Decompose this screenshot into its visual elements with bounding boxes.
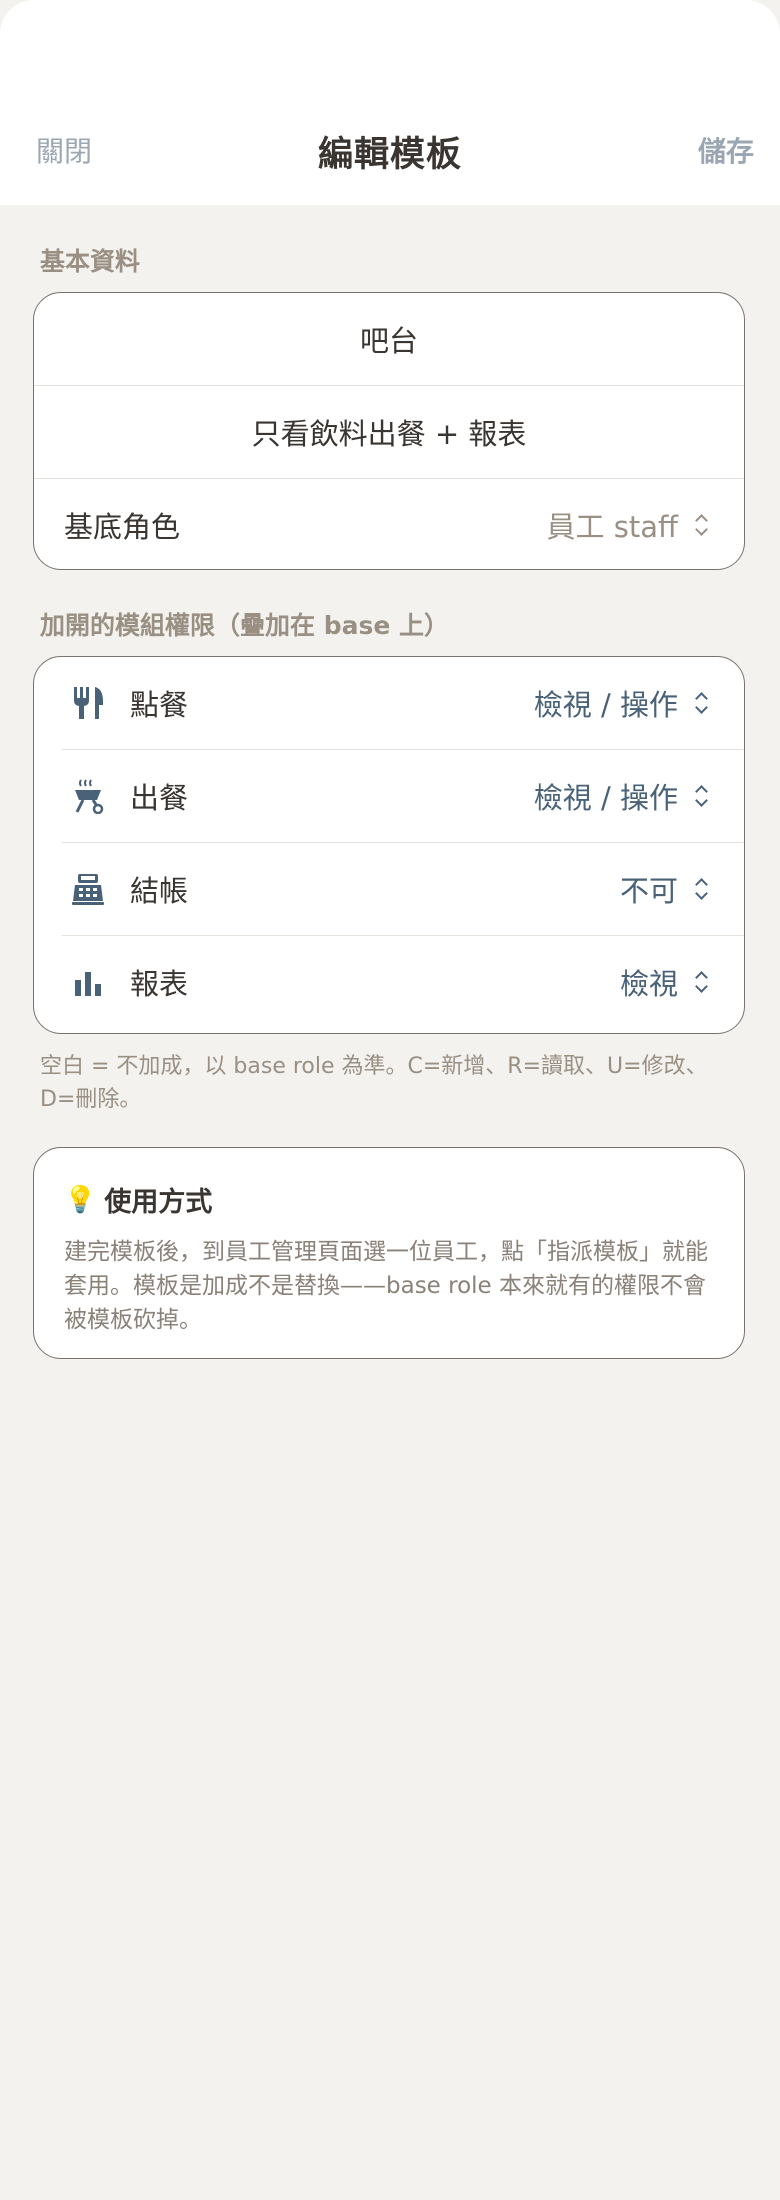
permission-level-select[interactable]: 檢視 / 操作 bbox=[534, 682, 708, 724]
permission-note: 空白 = 不加成，以 base role 為準。C=新增、R=讀取、U=修改、D… bbox=[40, 1054, 708, 1112]
chevron-up-down-icon bbox=[694, 690, 708, 716]
basic-info-card: 吧台 只看飲料出餐 + 報表 基底角色 員工 staff bbox=[33, 292, 745, 570]
template-name-field[interactable]: 吧台 bbox=[34, 293, 744, 386]
basic-section-label: 基本資料 bbox=[40, 247, 141, 276]
permission-level-value: 檢視 / 操作 bbox=[533, 781, 678, 815]
base-role-select[interactable]: 基底角色 員工 staff bbox=[34, 479, 744, 569]
base-role-label: 基底角色 bbox=[64, 510, 181, 544]
tip-title: 使用方式 bbox=[104, 1187, 213, 1218]
page-title: 編輯模板 bbox=[317, 135, 462, 175]
utensils-icon bbox=[70, 685, 106, 721]
template-description-field[interactable]: 只看飲料出餐 + 報表 bbox=[34, 386, 744, 479]
chevron-up-down-icon bbox=[694, 783, 708, 809]
nav-bar: 關閉 編輯模板 儲存 bbox=[0, 118, 780, 182]
chevron-up-down-icon bbox=[694, 969, 708, 995]
permission-level-select[interactable]: 檢視 / 操作 bbox=[534, 775, 708, 817]
permission-row-checkout[interactable]: 結帳 不可 bbox=[62, 843, 744, 936]
permission-level-value: 不可 bbox=[619, 874, 678, 908]
permission-level-select[interactable]: 檢視 bbox=[620, 961, 708, 1003]
permission-label: 報表 bbox=[130, 967, 189, 1001]
permissions-card: 點餐 檢視 / 操作 出餐 檢視 / 操作 結帳 不可 報表 檢視 bbox=[33, 656, 745, 1034]
permission-row-ordering[interactable]: 點餐 檢視 / 操作 bbox=[62, 657, 744, 750]
tip-body: 建完模板後，到員工管理頁面選一位員工，點「指派模板」就能套用。模板是加成不是替換… bbox=[64, 1239, 708, 1333]
chevron-up-down-icon bbox=[694, 512, 708, 538]
permission-level-select[interactable]: 不可 bbox=[620, 868, 708, 910]
cash-register-icon bbox=[70, 871, 106, 907]
permission-label: 出餐 bbox=[130, 781, 189, 815]
bar-chart-icon bbox=[70, 964, 106, 1000]
save-button[interactable]: 儲存 bbox=[698, 130, 754, 170]
permission-row-serving[interactable]: 出餐 檢視 / 操作 bbox=[62, 750, 744, 843]
permission-level-value: 檢視 bbox=[619, 967, 678, 1001]
permission-label: 結帳 bbox=[130, 874, 189, 908]
serving-cart-icon bbox=[70, 778, 106, 814]
base-role-value: 員工 staff bbox=[546, 510, 678, 544]
lightbulb-icon: 💡 bbox=[64, 1184, 97, 1215]
permission-row-reports[interactable]: 報表 檢視 bbox=[62, 936, 744, 1028]
chevron-up-down-icon bbox=[694, 876, 708, 902]
usage-tip-card: 💡 使用方式 建完模板後，到員工管理頁面選一位員工，點「指派模板」就能套用。模板… bbox=[33, 1147, 745, 1359]
permissions-section-label: 加開的模組權限（疊加在 base 上） bbox=[40, 611, 450, 640]
tip-title-row: 💡 使用方式 bbox=[64, 1180, 714, 1219]
permission-label: 點餐 bbox=[130, 688, 189, 722]
permission-level-value: 檢視 / 操作 bbox=[533, 688, 678, 722]
